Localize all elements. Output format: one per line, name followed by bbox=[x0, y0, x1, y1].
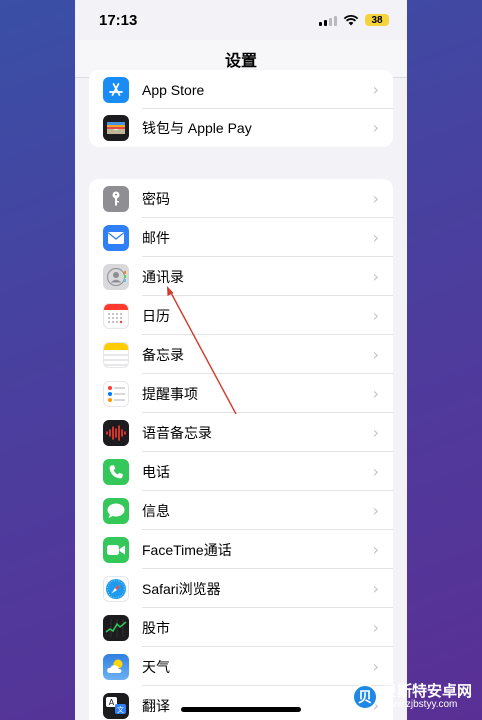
phone-icon bbox=[103, 458, 129, 485]
status-bar: 17:13 38 bbox=[75, 0, 407, 40]
chevron-right-icon: › bbox=[372, 540, 379, 559]
calendar-icon bbox=[103, 302, 129, 329]
row-label: Safari浏览器 bbox=[142, 580, 221, 597]
reminders-icon bbox=[103, 380, 129, 407]
settings-row-stocks[interactable]: 股市 › bbox=[89, 608, 393, 647]
row-label: 翻译 bbox=[142, 697, 170, 714]
phone-screen: 17:13 38 设置 App Store › 钱包与 Apple Pay › … bbox=[75, 0, 407, 720]
settings-row-weather[interactable]: 天气 › bbox=[89, 647, 393, 686]
row-label: App Store bbox=[142, 81, 205, 98]
settings-row-passwords[interactable]: 密码 › bbox=[89, 179, 393, 218]
row-label: 邮件 bbox=[142, 229, 170, 246]
safari-icon bbox=[103, 575, 129, 602]
row-label: 语音备忘录 bbox=[142, 424, 212, 441]
settings-group-store: App Store › 钱包与 Apple Pay › bbox=[89, 70, 393, 147]
status-icons: 38 bbox=[319, 14, 389, 26]
chevron-right-icon: › bbox=[372, 189, 379, 208]
settings-row-app-store[interactable]: App Store › bbox=[89, 70, 393, 109]
settings-row-facetime[interactable]: FaceTime通话 › bbox=[89, 530, 393, 569]
chevron-right-icon: › bbox=[372, 462, 379, 481]
chevron-right-icon: › bbox=[372, 384, 379, 403]
messages-icon bbox=[103, 497, 129, 524]
facetime-icon bbox=[103, 536, 129, 563]
key-icon bbox=[103, 185, 129, 212]
chevron-right-icon: › bbox=[372, 306, 379, 325]
chevron-right-icon: › bbox=[372, 579, 379, 598]
voice-memos-icon bbox=[103, 419, 129, 446]
watermark-logo: 贝 bbox=[352, 684, 378, 711]
row-label: 信息 bbox=[142, 502, 170, 519]
settings-row-translate[interactable]: A文 翻译 › bbox=[89, 686, 393, 720]
watermark-name: 贝斯特安卓网 bbox=[382, 683, 473, 700]
row-label: 密码 bbox=[142, 190, 170, 207]
settings-row-voice-memos[interactable]: 语音备忘录 › bbox=[89, 413, 393, 452]
row-label: 电话 bbox=[142, 463, 170, 480]
app-store-icon bbox=[103, 76, 129, 103]
row-label: 钱包与 Apple Pay bbox=[142, 119, 252, 136]
row-label: 天气 bbox=[142, 658, 170, 675]
mail-icon bbox=[103, 224, 129, 251]
home-indicator[interactable] bbox=[181, 707, 301, 712]
battery-icon: 38 bbox=[365, 14, 389, 26]
settings-row-safari[interactable]: Safari浏览器 › bbox=[89, 569, 393, 608]
row-label: FaceTime通话 bbox=[142, 541, 232, 558]
settings-row-phone[interactable]: 电话 › bbox=[89, 452, 393, 491]
chevron-right-icon: › bbox=[372, 80, 379, 99]
settings-row-contacts[interactable]: 通讯录 › bbox=[89, 257, 393, 296]
status-time: 17:13 bbox=[99, 11, 138, 29]
row-label: 股市 bbox=[142, 619, 170, 636]
notes-icon bbox=[103, 341, 129, 368]
settings-row-messages[interactable]: 信息 › bbox=[89, 491, 393, 530]
row-label: 通讯录 bbox=[142, 268, 184, 285]
chevron-right-icon: › bbox=[372, 618, 379, 637]
settings-row-wallet[interactable]: 钱包与 Apple Pay › bbox=[89, 108, 393, 147]
watermark-text: 贝斯特安卓网 www.zjbstyy.com bbox=[382, 684, 472, 710]
wallet-icon bbox=[103, 114, 129, 141]
chevron-right-icon: › bbox=[372, 267, 379, 286]
settings-row-calendar[interactable]: 日历 › bbox=[89, 296, 393, 335]
row-label: 备忘录 bbox=[142, 346, 184, 363]
watermark-url: www.zjbstyy.com bbox=[382, 698, 458, 710]
chevron-right-icon: › bbox=[372, 657, 379, 676]
cellular-signal-icon bbox=[319, 15, 337, 26]
site-watermark: 贝 贝斯特安卓网 www.zjbstyy.com bbox=[352, 684, 472, 711]
chevron-right-icon: › bbox=[372, 423, 379, 442]
weather-icon bbox=[103, 653, 129, 680]
settings-row-notes[interactable]: 备忘录 › bbox=[89, 335, 393, 374]
svg-text:A: A bbox=[109, 698, 115, 707]
chevron-right-icon: › bbox=[372, 118, 379, 137]
contacts-icon bbox=[103, 263, 129, 290]
settings-row-reminders[interactable]: 提醒事项 › bbox=[89, 374, 393, 413]
row-label: 提醒事项 bbox=[142, 385, 198, 402]
chevron-right-icon: › bbox=[372, 501, 379, 520]
translate-icon: A文 bbox=[103, 692, 129, 719]
svg-text:文: 文 bbox=[117, 705, 124, 714]
wifi-icon bbox=[343, 14, 359, 26]
stocks-icon bbox=[103, 614, 129, 641]
settings-row-mail[interactable]: 邮件 › bbox=[89, 218, 393, 257]
page-title: 设置 bbox=[224, 52, 257, 70]
settings-group-apps: 密码 › 邮件 › 通讯录 › 日历 › 备忘录 › 提醒事项 › 语音备忘录 … bbox=[89, 179, 393, 720]
chevron-right-icon: › bbox=[372, 345, 379, 364]
row-label: 日历 bbox=[142, 307, 170, 324]
chevron-right-icon: › bbox=[372, 228, 379, 247]
